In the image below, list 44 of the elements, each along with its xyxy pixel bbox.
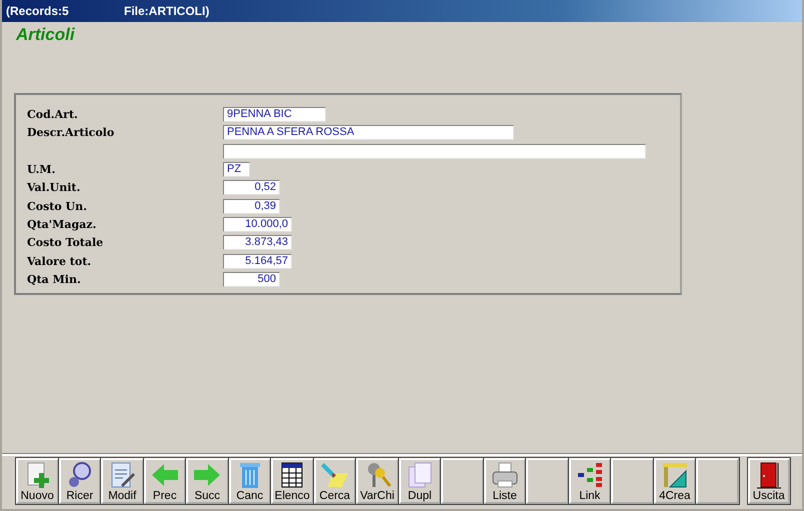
highlighter-icon xyxy=(320,461,350,489)
input-field[interactable]: 0,52 xyxy=(223,180,280,196)
field-label: Costo Un. xyxy=(27,200,88,213)
input-field[interactable]: 500 xyxy=(223,272,280,287)
field-label: Valore tot. xyxy=(27,254,92,268)
toolbar-button[interactable]: 4Crea xyxy=(654,458,696,504)
toolbar-button[interactable]: Ricer xyxy=(58,458,101,504)
toolbar-button[interactable]: Canc xyxy=(228,458,271,504)
input-field[interactable] xyxy=(223,144,646,159)
field-label: Qta Min. xyxy=(27,272,82,286)
toolbar-button[interactable]: Elenco xyxy=(271,458,314,504)
toolbar-button[interactable]: VarChi xyxy=(356,458,398,504)
left-arrow-icon xyxy=(150,461,180,489)
toolbar-button[interactable]: Cerca xyxy=(314,458,356,504)
input-field[interactable]: 9PENNA BIC xyxy=(223,107,326,122)
blank-button[interactable] xyxy=(526,458,568,504)
blank-button[interactable] xyxy=(611,458,654,504)
file-name: File:ARTICOLI) xyxy=(124,4,210,18)
input-field[interactable]: PZ xyxy=(223,162,250,178)
blank-button[interactable] xyxy=(441,458,484,504)
input-field[interactable]: 3.873,43 xyxy=(223,235,292,250)
input-field[interactable]: PENNA A SFERA ROSSA xyxy=(223,125,514,140)
input-field[interactable]: 5.164,57 xyxy=(223,254,292,269)
field-label: Costo Totale xyxy=(27,236,104,250)
toolbar-button[interactable]: Prec xyxy=(144,458,186,504)
toolbar-button[interactable]: Uscita xyxy=(748,458,790,504)
input-field[interactable]: 0,39 xyxy=(223,198,280,214)
input-field[interactable]: 10.000,0 xyxy=(223,216,292,232)
field-label: Descr.Articolo xyxy=(27,126,116,140)
toolbar-button[interactable]: Link xyxy=(568,458,611,504)
blank-button[interactable] xyxy=(696,458,738,504)
printer-icon xyxy=(490,461,520,489)
toolbar-button[interactable]: Modif xyxy=(101,458,144,504)
right-arrow-icon xyxy=(192,461,222,489)
toolbar-button[interactable]: Liste xyxy=(484,458,526,504)
window-title: (Records:5 xyxy=(6,4,70,18)
toolbar-button[interactable]: Nuovo xyxy=(16,458,58,504)
toolbar-button[interactable]: Dupl xyxy=(398,458,441,504)
field-label: Cod.Art. xyxy=(27,108,79,122)
field-label: Val.Unit. xyxy=(27,181,82,194)
field-label: U.M. xyxy=(27,163,56,176)
field-label: Qta'Magaz. xyxy=(27,218,98,231)
toolbar-button[interactable]: Succ xyxy=(186,458,228,504)
form-heading: Articoli xyxy=(16,25,75,45)
